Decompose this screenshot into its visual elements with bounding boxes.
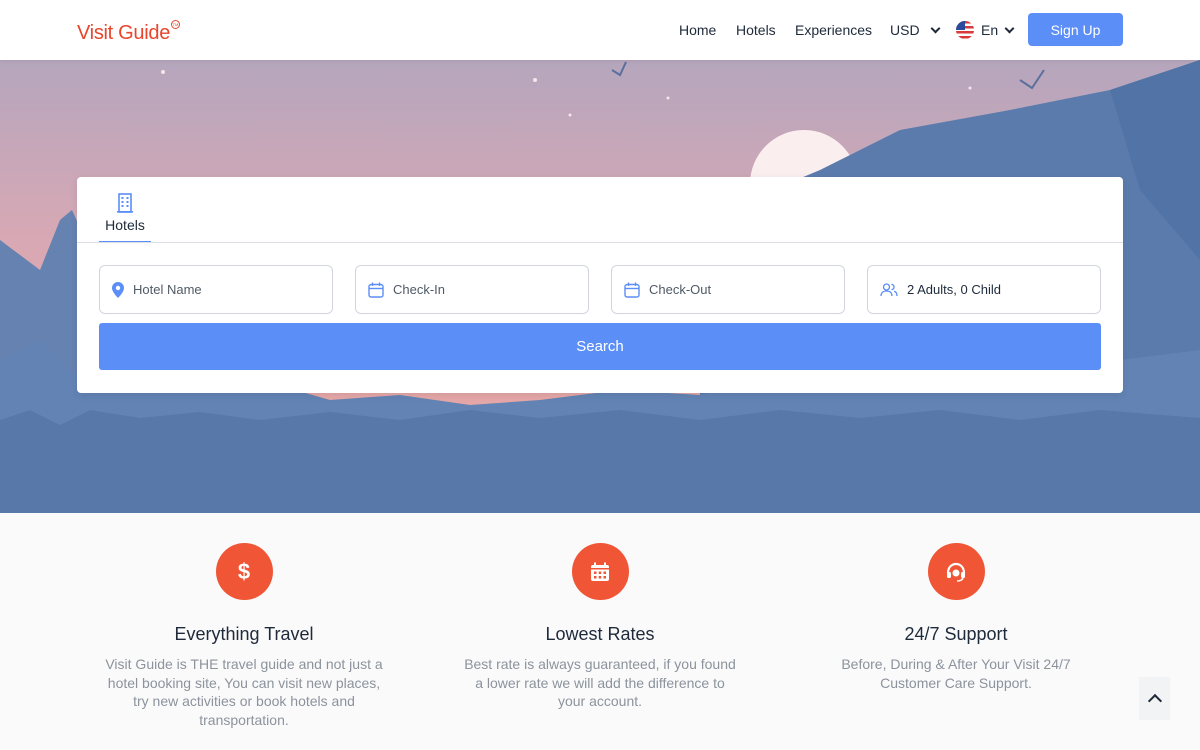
nav-home[interactable]: Home [679,0,716,60]
feature-description: Before, During & After Your Visit 24/7 C… [841,656,1071,691]
dollar-icon: $ [215,543,273,600]
sign-up-button[interactable]: Sign Up [1028,13,1123,46]
feature-lowest-rates: Lowest Rates Best rate is always guarant… [450,543,750,711]
tab-hotels-label: Hotels [105,217,145,233]
guests-selector[interactable]: 2 Adults, 0 Child [867,265,1101,314]
trademark-mark: TM [171,20,180,29]
feature-title: Lowest Rates [545,624,655,644]
calendar-icon [368,282,384,298]
hotel-name-field[interactable] [99,265,333,314]
chevron-down-icon [930,23,941,33]
site-logo[interactable]: Visit Guide [77,22,170,45]
feature-description: Visit Guide is THE travel guide and not … [105,656,383,728]
users-icon [880,282,898,296]
nav-hotels-label: Hotels [736,22,776,38]
feature-support: 24/7 Support Before, During & After Your… [806,543,1106,692]
check-in-field[interactable] [355,265,589,314]
hotel-name-input[interactable] [133,282,303,297]
chevron-down-icon [1004,23,1015,33]
feature-title: 24/7 Support [904,624,1008,644]
feature-title: Everything Travel [174,624,314,644]
nav-experiences-label: Experiences [795,22,873,38]
nav-experiences[interactable]: Experiences [795,0,872,60]
search-card: Hotels 2 Adu [77,177,1123,393]
guests-value: 2 Adults, 0 Child [907,282,1001,297]
calendar-icon [624,282,640,298]
search-button[interactable]: Search [99,323,1101,370]
check-out-input[interactable] [649,282,819,297]
feature-description: Best rate is always guaranteed, if you f… [464,656,736,709]
tab-divider [77,242,1123,243]
top-navbar: Visit Guide TM Home Hotels Experiences U… [0,0,1200,60]
scroll-to-top-button[interactable] [1139,677,1170,720]
nav-hotels[interactable]: Hotels [736,0,776,60]
language-label: En [981,22,999,38]
building-icon [117,193,133,213]
language-dropdown[interactable]: En [956,0,1015,60]
location-pin-icon [112,281,124,298]
check-out-field[interactable] [611,265,845,314]
calendar-icon [571,543,629,600]
currency-label: USD [890,22,920,38]
us-flag-icon [956,21,974,39]
currency-dropdown[interactable]: USD [890,0,941,60]
tab-hotels[interactable]: Hotels [99,193,151,243]
headset-icon [927,543,985,600]
chevron-up-icon [1147,693,1162,709]
nav-home-label: Home [679,22,717,38]
feature-everything-travel: $ Everything Travel Visit Guide is THE t… [94,543,394,729]
check-in-input[interactable] [393,282,563,297]
